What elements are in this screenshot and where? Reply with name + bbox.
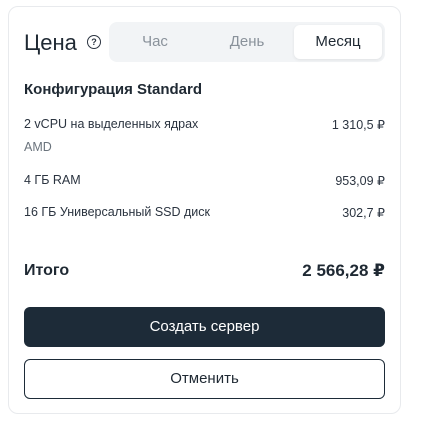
config-item-cpu-label: 2 vCPU на выделенных ядрах	[24, 117, 199, 131]
config-item-ram-label: 4 ГБ RAM	[24, 173, 81, 187]
config-item-ram-price: 953,09 ₽	[335, 174, 385, 188]
help-icon[interactable]: ?	[87, 35, 101, 49]
total-label: Итого	[24, 262, 70, 279]
config-title: Конфигурация Standard	[24, 81, 202, 98]
period-selector: Час День Месяц	[109, 22, 385, 62]
cancel-button[interactable]: Отменить	[24, 359, 385, 399]
config-item-disk-price: 302,7 ₽	[342, 206, 385, 220]
tab-hour[interactable]: Час	[109, 22, 201, 62]
config-item-disk-label: 16 ГБ Универсальный SSD диск	[24, 205, 211, 219]
price-title: Цена	[24, 30, 77, 55]
tab-month[interactable]: Месяц	[294, 25, 382, 59]
config-item-cpu-sublabel: AMD	[24, 140, 52, 154]
tab-day[interactable]: День	[201, 22, 293, 62]
create-server-button[interactable]: Создать сервер	[24, 307, 385, 347]
config-item-cpu-price: 1 310,5 ₽	[331, 118, 385, 132]
total-value: 2 566,28 ₽	[302, 261, 385, 280]
